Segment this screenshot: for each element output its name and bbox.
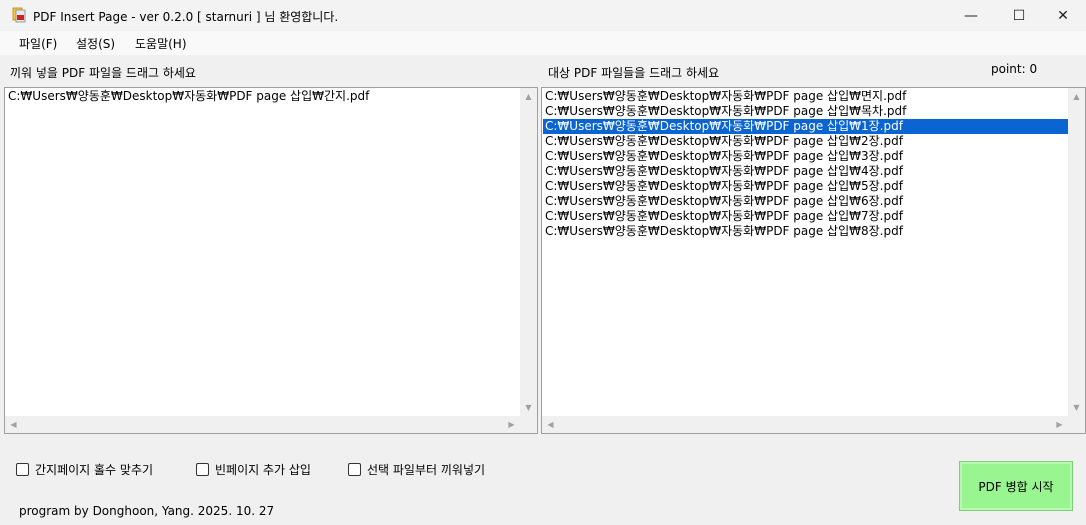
maximize-icon: ☐ [1012,7,1026,24]
odd-pages-label: 간지페이지 홀수 맞추기 [35,463,154,477]
credit-text: program by Donghoon, Yang. 2025. 10. 27 [19,504,275,518]
scroll-down-icon[interactable]: ▼ [520,399,537,416]
minimize-icon: — [964,7,978,24]
point-label: point: 0 [991,62,1038,76]
list-item[interactable]: C:₩Users₩양동훈₩Desktop₩자동화₩PDF page 삽입₩5장.… [545,179,903,194]
menu-settings[interactable]: 설정(S) [76,35,115,52]
scroll-left-icon[interactable]: ◀ [5,416,22,433]
scroll-right-icon[interactable]: ▶ [503,416,520,433]
blank-page-label: 빈페이지 추가 삽입 [215,463,311,477]
from-selected-option[interactable]: 선택 파일부터 끼워넣기 [348,461,485,478]
menu-file[interactable]: 파일(F) [19,35,57,52]
insert-file-list[interactable]: C:₩Users₩양동훈₩Desktop₩자동화₩PDF page 삽입₩간지.… [4,87,538,434]
from-selected-checkbox[interactable] [348,463,361,476]
list-item-selected[interactable]: C:₩Users₩양동훈₩Desktop₩자동화₩PDF page 삽입₩1장.… [543,119,1068,134]
odd-pages-checkbox[interactable] [16,463,29,476]
app-pdf-icon [12,7,26,23]
scroll-right-icon[interactable]: ▶ [1051,416,1068,433]
close-button[interactable]: ✕ [1040,0,1086,31]
odd-pages-option[interactable]: 간지페이지 홀수 맞추기 [16,461,153,478]
start-merge-label: PDF 병합 시작 [978,479,1054,494]
scroll-up-icon[interactable]: ▲ [1068,88,1085,105]
list-item[interactable]: C:₩Users₩양동훈₩Desktop₩자동화₩PDF page 삽입₩간지.… [8,89,369,104]
scroll-left-icon[interactable]: ◀ [542,416,559,433]
target-file-list[interactable]: C:₩Users₩양동훈₩Desktop₩자동화₩PDF page 삽입₩8장.… [541,87,1086,434]
list-item[interactable]: C:₩Users₩양동훈₩Desktop₩자동화₩PDF page 삽입₩3장.… [545,149,903,164]
horizontal-scrollbar[interactable]: ◀ ▶ [5,416,520,433]
vertical-scrollbar[interactable]: ▲ ▼ [520,88,537,416]
scroll-corner [1068,416,1085,433]
close-icon: ✕ [1057,7,1069,24]
title-bar: PDF Insert Page - ver 0.2.0 [ starnuri ]… [0,0,1086,31]
menu-help[interactable]: 도움말(H) [135,35,187,52]
list-item[interactable]: C:₩Users₩양동훈₩Desktop₩자동화₩PDF page 삽입₩목차.… [545,104,906,119]
list-item[interactable]: C:₩Users₩양동훈₩Desktop₩자동화₩PDF page 삽입₩면지.… [545,89,906,104]
list-item[interactable]: C:₩Users₩양동훈₩Desktop₩자동화₩PDF page 삽입₩8장.… [545,224,903,239]
blank-page-checkbox[interactable] [196,463,209,476]
vertical-scrollbar[interactable]: ▲ ▼ [1068,88,1085,416]
minimize-button[interactable]: — [948,0,994,31]
window-title: PDF Insert Page - ver 0.2.0 [ starnuri ]… [33,10,339,24]
blank-page-option[interactable]: 빈페이지 추가 삽입 [196,461,311,478]
target-files-label: 대상 PDF 파일들을 드래그 하세요 [548,66,720,80]
scroll-down-icon[interactable]: ▼ [1068,399,1085,416]
list-item[interactable]: C:₩Users₩양동훈₩Desktop₩자동화₩PDF page 삽입₩7장.… [545,209,903,224]
list-item[interactable]: C:₩Users₩양동훈₩Desktop₩자동화₩PDF page 삽입₩2장.… [545,134,903,149]
start-merge-button[interactable]: PDF 병합 시작 [959,461,1073,511]
menu-bar: 파일(F) 설정(S) 도움말(H) [0,31,1086,55]
horizontal-scrollbar[interactable]: ◀ ▶ [542,416,1068,433]
list-item[interactable]: C:₩Users₩양동훈₩Desktop₩자동화₩PDF page 삽입₩6장.… [545,194,903,209]
maximize-button[interactable]: ☐ [996,0,1042,31]
from-selected-label: 선택 파일부터 끼워넣기 [367,463,486,477]
scroll-up-icon[interactable]: ▲ [520,88,537,105]
insert-file-label: 끼워 넣을 PDF 파일을 드래그 하세요 [10,66,196,80]
list-item[interactable]: C:₩Users₩양동훈₩Desktop₩자동화₩PDF page 삽입₩4장.… [545,164,903,179]
scroll-corner [520,416,537,433]
